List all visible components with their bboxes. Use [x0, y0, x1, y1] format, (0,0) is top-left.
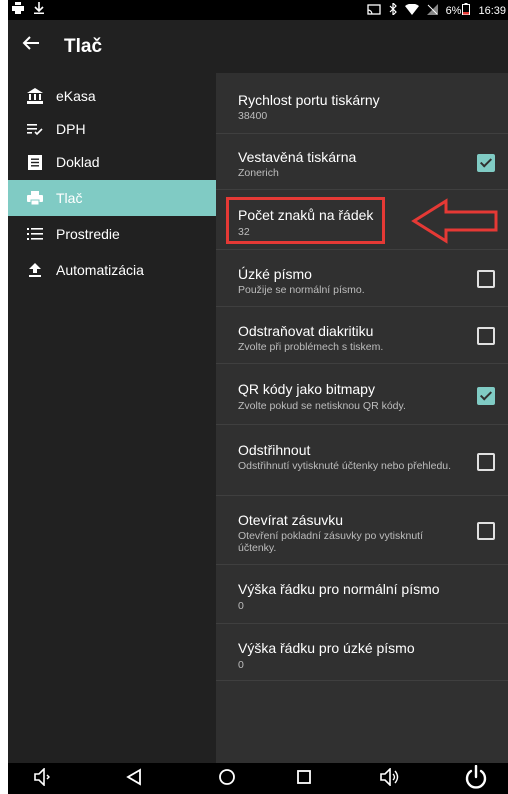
pref-title: Výška řádku pro normální písmo: [238, 581, 440, 597]
system-nav-bar: [8, 763, 508, 794]
pref-normal-line-height[interactable]: Výška řádku pro normální písmo 0: [216, 565, 508, 624]
app-bar: Tlač: [8, 20, 508, 73]
sidebar-item-label: eKasa: [56, 88, 96, 104]
pref-summary: Odstřihnutí vytisknuté účtenky nebo přeh…: [238, 460, 452, 472]
pref-title: Odstraňovat diakritiku: [238, 323, 374, 339]
pref-title: Odstřihnout: [238, 442, 311, 458]
document-icon: [24, 154, 46, 170]
pref-title: Vestavěná tiskárna: [238, 149, 357, 165]
battery-percent: 6%: [445, 4, 462, 17]
list-check-icon: [24, 122, 46, 136]
pref-summary: 38400: [238, 110, 268, 122]
narrow-font-checkbox[interactable]: [477, 270, 495, 288]
settings-sidebar: eKasa DPH Doklad Tlač Prostredie Automat…: [8, 73, 216, 763]
page-title: Tlač: [64, 36, 103, 57]
download-notification-icon: [34, 2, 44, 17]
pref-built-in-printer[interactable]: Vestavěná tiskárna Zonerich: [216, 134, 508, 190]
built-in-printer-checkbox[interactable]: [477, 154, 495, 172]
bluetooth-icon: [389, 1, 397, 18]
list-icon: [24, 228, 46, 240]
volume-down-icon[interactable]: [34, 767, 51, 790]
bank-icon: [24, 88, 46, 104]
sidebar-item-tlac[interactable]: Tlač: [8, 180, 216, 216]
sidebar-item-automatizacia[interactable]: Automatizácia: [8, 252, 216, 288]
cast-icon: [366, 3, 381, 18]
pref-narrow-font[interactable]: Úzké písmo Použije se normální písmo.: [216, 250, 508, 307]
printer-notification-icon: [12, 2, 24, 17]
cut-paper-checkbox[interactable]: [477, 453, 495, 471]
sidebar-item-label: Prostredie: [56, 226, 120, 242]
signal-icon: [426, 3, 438, 18]
wifi-icon: [404, 3, 419, 18]
arrow-left-icon[interactable]: [22, 32, 40, 58]
pref-summary: Zvolte při problémech s tiskem.: [238, 341, 384, 353]
power-icon[interactable]: [464, 764, 488, 794]
pref-summary: Zvolte pokud se netisknou QR kódy.: [238, 400, 406, 412]
pref-title: Úzké písmo: [238, 266, 312, 282]
sidebar-item-prostredie[interactable]: Prostredie: [8, 216, 216, 252]
pref-title: Rychlost portu tiskárny: [238, 92, 380, 108]
sidebar-item-ekasa[interactable]: eKasa: [8, 78, 216, 114]
preferences-list: Rychlost portu tiskárny 38400 Vestavěná …: [216, 73, 508, 763]
home-nav-icon[interactable]: [218, 768, 236, 790]
battery-icon: [462, 3, 471, 18]
pref-title: QR kódy jako bitmapy: [238, 381, 375, 397]
pref-remove-diacritics[interactable]: Odstraňovat diakritiku Zvolte při problé…: [216, 307, 508, 364]
qr-as-bitmap-checkbox[interactable]: [477, 387, 495, 405]
sidebar-item-doklad[interactable]: Doklad: [8, 144, 216, 180]
status-bar: 6% 16:39: [8, 0, 508, 20]
pref-open-drawer[interactable]: Otevírat zásuvku Otevření pokladní zásuv…: [216, 496, 508, 565]
sidebar-item-label: Tlač: [56, 190, 83, 206]
app-screen: 6% 16:39 Tlač eKasa DPH Doklad Tlač Pros…: [8, 0, 508, 794]
pref-qr-as-bitmap[interactable]: QR kódy jako bitmapy Zvolte pokud se net…: [216, 364, 508, 425]
pref-summary: Otevření pokladní zásuvky po vytisknutí …: [238, 530, 424, 554]
pref-summary: Zonerich: [238, 167, 279, 179]
highlight-box: [226, 197, 385, 244]
printer-icon: [24, 191, 46, 205]
pref-narrow-line-height[interactable]: Výška řádku pro úzké písmo 0: [216, 624, 508, 681]
sidebar-item-label: Automatizácia: [56, 262, 144, 278]
volume-up-icon[interactable]: [380, 767, 402, 790]
sidebar-item-label: Doklad: [56, 154, 100, 170]
pref-cut-paper[interactable]: Odstřihnout Odstřihnutí vytisknuté účten…: [216, 425, 508, 496]
back-nav-icon[interactable]: [126, 768, 142, 790]
annotation-arrow-icon: [410, 198, 500, 244]
remove-diacritics-checkbox[interactable]: [477, 327, 495, 345]
pref-summary: Použije se normální písmo.: [238, 284, 365, 296]
upload-icon: [24, 263, 46, 277]
sidebar-item-dph[interactable]: DPH: [8, 114, 216, 144]
pref-title: Otevírat zásuvku: [238, 512, 344, 528]
pref-printer-port-speed[interactable]: Rychlost portu tiskárny 38400: [216, 73, 508, 134]
pref-title: Výška řádku pro úzké písmo: [238, 640, 415, 656]
pref-summary: 0: [238, 600, 244, 612]
open-drawer-checkbox[interactable]: [477, 522, 495, 540]
clock: 16:39: [478, 4, 506, 17]
sidebar-item-label: DPH: [56, 121, 86, 137]
recents-nav-icon[interactable]: [296, 768, 312, 790]
pref-summary: 0: [238, 659, 244, 671]
